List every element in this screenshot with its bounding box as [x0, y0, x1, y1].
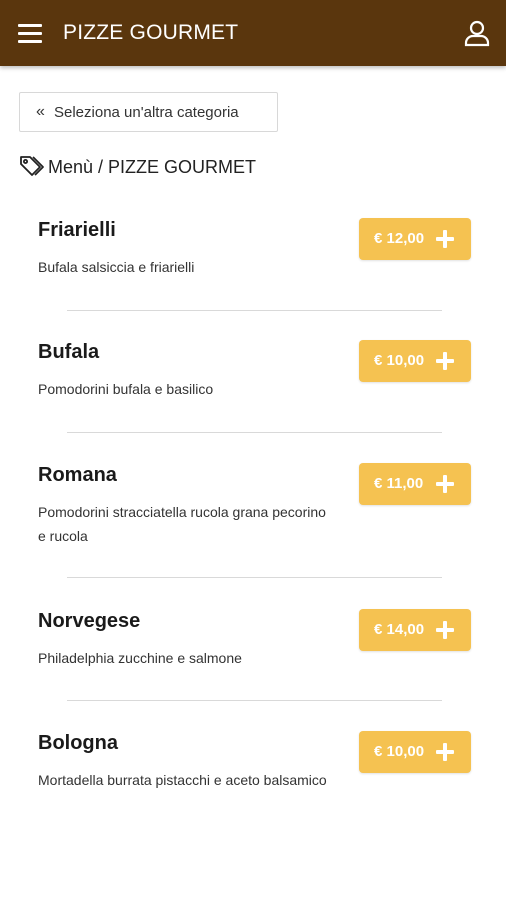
item-description: Mortadella burrata pistacchi e aceto bal… — [38, 772, 327, 788]
add-to-cart-button[interactable]: € 14,00 — [359, 609, 471, 651]
back-button-label: Seleziona un'altra categoria — [54, 104, 239, 121]
item-name: Romana — [38, 464, 117, 486]
app-header: PIZZE GOURMET — [0, 0, 506, 66]
divider — [67, 577, 442, 578]
add-to-cart-button[interactable]: € 10,00 — [359, 731, 471, 773]
divider — [67, 432, 442, 433]
divider — [67, 310, 442, 311]
item-price: € 11,00 — [374, 475, 424, 492]
add-to-cart-button[interactable]: € 11,00 — [359, 463, 471, 505]
plus-icon — [435, 351, 455, 371]
plus-icon — [435, 229, 455, 249]
tag-icon — [20, 156, 44, 176]
item-description: Pomodorini stracciatella rucola grana pe… — [38, 504, 326, 544]
double-chevron-left-icon: « — [36, 103, 45, 120]
item-description: Philadelphia zucchine e salmone — [38, 650, 242, 666]
item-name: Norvegese — [38, 610, 141, 632]
hamburger-icon[interactable] — [18, 22, 42, 44]
plus-icon — [435, 474, 455, 494]
plus-icon — [435, 620, 455, 640]
item-price: € 10,00 — [374, 352, 425, 369]
item-price: € 10,00 — [374, 743, 425, 760]
item-name: Bufala — [38, 341, 100, 363]
select-other-category-button[interactable]: « Seleziona un'altra categoria — [19, 92, 278, 132]
item-price: € 14,00 — [374, 621, 425, 638]
add-to-cart-button[interactable]: € 10,00 — [359, 340, 471, 382]
breadcrumb-text: Menù / PIZZE GOURMET — [48, 157, 257, 177]
item-name: Bologna — [38, 732, 118, 754]
add-to-cart-button[interactable]: € 12,00 — [359, 218, 471, 260]
page-title: PIZZE GOURMET — [63, 21, 239, 44]
item-description: Bufala salsiccia e friarielli — [38, 259, 195, 275]
item-description: Pomodorini bufala e basilico — [38, 381, 214, 397]
item-name: Friarielli — [38, 219, 116, 241]
plus-icon — [435, 742, 455, 762]
item-price: € 12,00 — [374, 230, 425, 247]
divider — [67, 700, 442, 701]
user-icon[interactable] — [463, 19, 491, 47]
